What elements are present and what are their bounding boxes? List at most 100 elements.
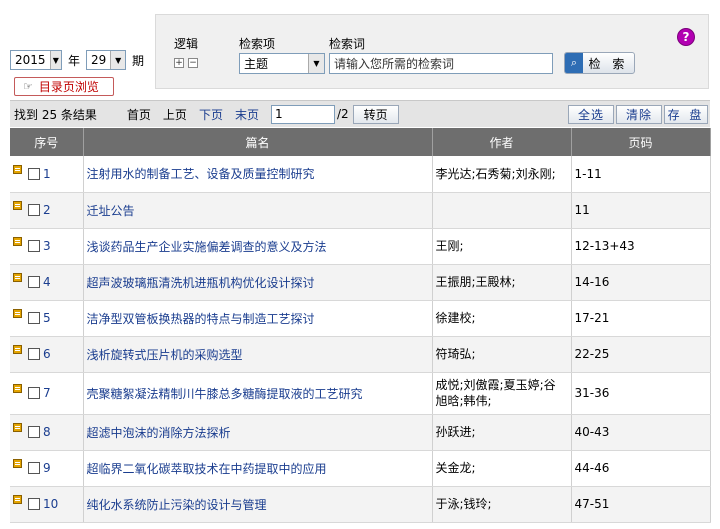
row-number: 3 bbox=[43, 239, 51, 254]
search-button-label: 检 索 bbox=[588, 56, 629, 71]
catalog-browse-label: 目录页浏览 bbox=[38, 80, 99, 94]
row-checkbox[interactable] bbox=[28, 348, 40, 361]
article-title-link[interactable]: 迁址公告 bbox=[83, 192, 433, 229]
chevron-down-icon[interactable]: ▼ bbox=[49, 51, 61, 69]
select-all-button[interactable]: 全选 bbox=[568, 104, 614, 124]
column-header-pages: 页码 bbox=[571, 128, 711, 156]
row-checkbox[interactable] bbox=[28, 276, 40, 289]
search-icon: ⌕ bbox=[565, 53, 583, 73]
chevron-down-icon[interactable]: ▼ bbox=[110, 51, 126, 69]
plus-icon[interactable]: + bbox=[174, 58, 184, 68]
row-number-cell: 9 bbox=[10, 450, 84, 487]
row-number: 2 bbox=[43, 203, 51, 218]
issue-number-select[interactable]: 29 ▼ bbox=[86, 50, 127, 70]
go-page-button[interactable]: 转页 bbox=[352, 104, 399, 124]
keyword-label: 检索词 bbox=[329, 37, 366, 51]
row-number: 5 bbox=[43, 311, 51, 326]
results-toolbar: 找到 25 条结果 首页 上页 下页 末页 /2 转页 全选 清除 存 盘 bbox=[10, 100, 710, 127]
article-title-link[interactable]: 超滤中泡沫的消除方法探析 bbox=[83, 414, 433, 451]
row-number-cell: 3 bbox=[10, 228, 84, 265]
article-title-link[interactable]: 超声波玻璃瓶清洗机进瓶机构优化设计探讨 bbox=[83, 264, 433, 301]
article-title-link[interactable]: 壳聚糖絮凝法精制川牛膝总多糖酶提取液的工艺研究 bbox=[83, 372, 433, 415]
issue-number-label: 期 bbox=[132, 53, 145, 68]
pages-cell: 1-11 bbox=[571, 156, 711, 193]
hand-pointer-icon: ☞ bbox=[23, 80, 33, 93]
pages-cell: 17-21 bbox=[571, 300, 711, 337]
pages-cell: 14-16 bbox=[571, 264, 711, 301]
result-count: 找到 25 条结果 bbox=[14, 107, 97, 122]
page-number-input[interactable] bbox=[270, 104, 335, 124]
minus-icon[interactable]: − bbox=[188, 58, 198, 68]
first-page-link[interactable]: 首页 bbox=[127, 106, 151, 123]
pages-cell: 11 bbox=[571, 192, 711, 229]
logic-label: 逻辑 bbox=[174, 37, 199, 51]
row-number: 1 bbox=[43, 167, 51, 181]
document-icon bbox=[13, 308, 22, 318]
document-icon bbox=[13, 200, 22, 210]
row-checkbox[interactable] bbox=[28, 426, 40, 439]
search-input[interactable] bbox=[329, 53, 553, 74]
table-row: 3 浅谈药品生产企业实施偏差调查的意义及方法 王刚; 12-13+43 bbox=[10, 228, 711, 265]
chevron-down-icon[interactable]: ▼ bbox=[308, 54, 324, 73]
pages-cell: 31-36 bbox=[571, 372, 711, 415]
row-checkbox[interactable] bbox=[28, 240, 40, 253]
search-field-value: 主题 bbox=[244, 57, 269, 71]
article-title-link[interactable]: 浅析旋转式压片机的采购选型 bbox=[83, 336, 433, 373]
article-title-link[interactable]: 洁净型双管板换热器的特点与制造工艺探讨 bbox=[83, 300, 433, 337]
toolbar-actions: 全选 清除 存 盘 bbox=[568, 104, 708, 124]
author-cell: 于泳;钱玲; bbox=[432, 486, 572, 523]
column-header-title: 篇名 bbox=[83, 128, 433, 156]
row-number: 4 bbox=[43, 275, 51, 290]
row-checkbox[interactable] bbox=[28, 498, 40, 511]
prev-page-link[interactable]: 上页 bbox=[163, 106, 187, 123]
logic-controls: + − bbox=[174, 58, 198, 68]
issue-selector: 2015 ▼ 年 29 ▼ 期 bbox=[10, 50, 150, 70]
row-number-cell: 5 bbox=[10, 300, 84, 337]
row-checkbox[interactable] bbox=[28, 168, 40, 180]
pages-cell: 44-46 bbox=[571, 450, 711, 487]
pages-cell: 12-13+43 bbox=[571, 228, 711, 265]
search-field-select[interactable]: 主题 ▼ bbox=[239, 53, 325, 74]
year-value: 2015 bbox=[15, 53, 46, 67]
clear-button[interactable]: 清除 bbox=[616, 104, 662, 124]
search-button[interactable]: ⌕ 检 索 bbox=[564, 52, 635, 74]
row-number-cell: 2 bbox=[10, 192, 84, 229]
table-row: 5 洁净型双管板换热器的特点与制造工艺探讨 徐建校; 17-21 bbox=[10, 300, 711, 337]
row-number: 7 bbox=[43, 386, 51, 401]
pages-cell: 47-51 bbox=[571, 486, 711, 523]
row-number-cell: 1 bbox=[10, 156, 84, 193]
page-total: /2 bbox=[336, 107, 349, 121]
row-checkbox[interactable] bbox=[28, 387, 40, 400]
author-cell: 徐建校; bbox=[432, 300, 572, 337]
year-select[interactable]: 2015 ▼ bbox=[10, 50, 62, 70]
catalog-browse-button[interactable]: ☞ 目录页浏览 bbox=[14, 77, 114, 96]
results-table: 序号 篇名 作者 页码 1 注射用水的制备工艺、设备及质量控制研究 李光达;石秀菊;… bbox=[10, 128, 711, 523]
author-cell: 符琦弘; bbox=[432, 336, 572, 373]
document-icon bbox=[13, 422, 22, 432]
table-row: 2 迁址公告 11 bbox=[10, 192, 711, 229]
column-header-author: 作者 bbox=[432, 128, 572, 156]
last-page-link[interactable]: 末页 bbox=[235, 106, 259, 123]
table-row: 9 超临界二氧化碳萃取技术在中药提取中的应用 关金龙; 44-46 bbox=[10, 450, 711, 487]
row-checkbox[interactable] bbox=[28, 204, 40, 217]
row-checkbox[interactable] bbox=[28, 462, 40, 475]
table-row: 4 超声波玻璃瓶清洗机进瓶机构优化设计探讨 王振朋;王殿林; 14-16 bbox=[10, 264, 711, 301]
help-icon[interactable]: ? bbox=[677, 28, 695, 46]
article-title-link[interactable]: 超临界二氧化碳萃取技术在中药提取中的应用 bbox=[83, 450, 433, 487]
issue-number-value: 29 bbox=[91, 53, 107, 67]
author-cell: 孙跃进; bbox=[432, 414, 572, 451]
article-title-link[interactable]: 注射用水的制备工艺、设备及质量控制研究 bbox=[83, 156, 433, 193]
row-checkbox[interactable] bbox=[28, 312, 40, 325]
pages-cell: 22-25 bbox=[571, 336, 711, 373]
article-title-link[interactable]: 纯化水系统防止污染的设计与管理 bbox=[83, 486, 433, 523]
save-button[interactable]: 存 盘 bbox=[664, 104, 708, 124]
next-page-link[interactable]: 下页 bbox=[199, 106, 223, 123]
pages-cell: 40-43 bbox=[571, 414, 711, 451]
author-cell: 王刚; bbox=[432, 228, 572, 265]
article-title-link[interactable]: 浅谈药品生产企业实施偏差调查的意义及方法 bbox=[83, 228, 433, 265]
author-cell: 李光达;石秀菊;刘永刚; bbox=[432, 156, 572, 193]
row-number-cell: 4 bbox=[10, 264, 84, 301]
row-number: 6 bbox=[43, 347, 51, 362]
author-cell: 成悦;刘傲霞;夏玉婷;谷旭晗;韩伟; bbox=[432, 372, 572, 415]
document-icon bbox=[13, 494, 22, 504]
